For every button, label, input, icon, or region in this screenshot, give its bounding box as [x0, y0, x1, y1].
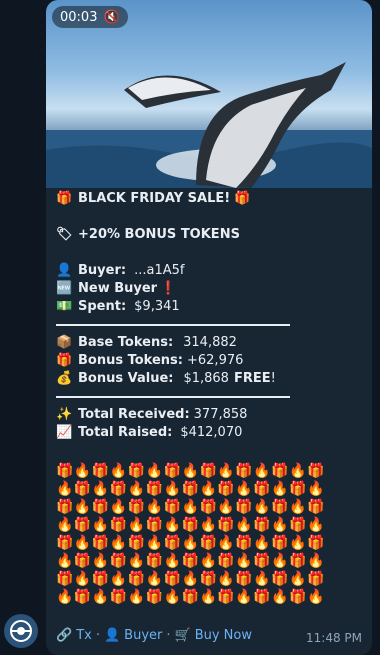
divider	[56, 396, 290, 398]
new-badge-icon: 🆕	[56, 281, 73, 296]
bot-logo-icon	[10, 620, 32, 642]
sale-title-line: 🎁 BLACK FRIDAY SALE! 🎁	[56, 190, 362, 208]
emoji-row: 🎁🔥🎁🔥🎁🔥🎁🔥🎁🔥🎁🔥🎁🔥🎁	[56, 463, 325, 479]
emoji-row: 🔥🎁🔥🎁🔥🎁🔥🎁🔥🎁🔥🎁🔥🎁🔥	[56, 553, 325, 569]
gift-icon: 🎁	[56, 191, 73, 206]
message-bubble: 00:03 🔇 🎁 BLACK FRIDAY SALE! 🎁 🏷 +20% BO…	[46, 0, 372, 655]
total-received-value: 377,858	[193, 407, 248, 422]
bonus-value-line: 💰 Bonus Value: $1,868 FREE !	[56, 370, 362, 388]
emoji-row: 🎁🔥🎁🔥🎁🔥🎁🔥🎁🔥🎁🔥🎁🔥🎁	[56, 571, 325, 587]
total-received-label: Total Received:	[78, 407, 190, 422]
sparkles-icon: ✨	[56, 407, 73, 422]
free-bang: !	[270, 371, 276, 386]
video-time: 00:03	[60, 9, 98, 25]
total-raised-label: Total Raised:	[78, 425, 173, 440]
speaker-muted-icon[interactable]: 🔇	[103, 10, 119, 25]
buy-now-link[interactable]: Buy Now	[195, 628, 252, 643]
user-icon: 👤	[56, 263, 73, 278]
divider	[56, 324, 290, 326]
new-buyer-line: 🆕 New Buyer ❗	[56, 280, 362, 298]
bonus-tokens-label: Bonus Tokens:	[78, 353, 183, 368]
video-time-chip[interactable]: 00:03 🔇	[52, 6, 128, 28]
bonus-value-amount: $1,868	[183, 371, 229, 386]
emoji-row: 🔥🎁🔥🎁🔥🎁🔥🎁🔥🎁🔥🎁🔥🎁🔥	[56, 481, 325, 497]
bonus-value-label: Bonus Value:	[78, 371, 174, 386]
bonus-line: 🏷 +20% BONUS TOKENS	[56, 226, 362, 244]
message-time: 11:48 PM	[306, 631, 362, 645]
total-received-line: ✨ Total Received: 377,858	[56, 406, 362, 424]
emoji-row: 🔥🎁🔥🎁🔥🎁🔥🎁🔥🎁🔥🎁🔥🎁🔥	[56, 517, 325, 533]
buyer-address: ...a1A5f	[134, 263, 185, 278]
whale-video[interactable]: 00:03 🔇	[46, 0, 372, 188]
sale-title: BLACK FRIDAY SALE!	[78, 191, 231, 206]
user-icon: 👤	[103, 627, 121, 643]
separator: ·	[95, 627, 100, 643]
cart-icon: 🛒	[174, 627, 191, 643]
money-icon: 💵	[56, 299, 73, 314]
total-raised-line: 📈 Total Raised: $412,070	[56, 424, 362, 442]
bonus-tokens-value: +62,976	[187, 353, 244, 368]
chart-up-icon: 📈	[56, 425, 73, 440]
package-icon: 📦	[56, 335, 73, 350]
bonus-text: +20% BONUS TOKENS	[78, 227, 240, 242]
ticket-icon: 🏷	[56, 227, 73, 242]
gift-icon: 🎁	[234, 191, 251, 206]
total-raised-value: $412,070	[180, 425, 243, 440]
buyer-link[interactable]: Buyer	[124, 628, 162, 643]
base-tokens-label: Base Tokens:	[78, 335, 174, 350]
emoji-row: 🎁🔥🎁🔥🎁🔥🎁🔥🎁🔥🎁🔥🎁🔥🎁	[56, 499, 325, 515]
money-bag-icon: 💰	[56, 371, 73, 386]
emoji-grid: 🎁🔥🎁🔥🎁🔥🎁🔥🎁🔥🎁🔥🎁🔥🎁 🔥🎁🔥🎁🔥🎁🔥🎁🔥🎁🔥🎁🔥🎁🔥 🎁🔥🎁🔥🎁🔥🎁🔥…	[56, 462, 362, 606]
free-text: FREE	[233, 371, 271, 386]
spent-label: Spent:	[78, 299, 127, 314]
emoji-row: 🔥🎁🔥🎁🔥🎁🔥🎁🔥🎁🔥🎁🔥🎁🔥	[56, 589, 325, 605]
spent-line: 💵 Spent: $9,341	[56, 298, 362, 316]
emoji-row: 🎁🔥🎁🔥🎁🔥🎁🔥🎁🔥🎁🔥🎁🔥🎁	[56, 535, 325, 551]
bonus-tokens-line: 🎁 Bonus Tokens: +62,976	[56, 352, 362, 370]
base-tokens-value: 314,882	[183, 335, 237, 350]
spent-value: $9,341	[134, 299, 180, 314]
new-buyer-text: New Buyer	[78, 281, 158, 296]
buyer-line: 👤 Buyer: ...a1A5f	[56, 262, 362, 280]
exclamation-icon: ❗	[160, 281, 177, 296]
base-tokens-line: 📦 Base Tokens: 314,882	[56, 334, 362, 352]
gift-icon: 🎁	[56, 353, 73, 368]
message-text: 🎁 BLACK FRIDAY SALE! 🎁 🏷 +20% BONUS TOKE…	[56, 190, 362, 606]
whale-image	[46, 62, 372, 188]
tx-link[interactable]: Tx	[76, 628, 92, 643]
separator: ·	[166, 627, 171, 643]
avatar[interactable]	[4, 614, 38, 648]
buyer-label: Buyer:	[78, 263, 127, 278]
link-icon[interactable]: 🔗	[56, 628, 72, 643]
